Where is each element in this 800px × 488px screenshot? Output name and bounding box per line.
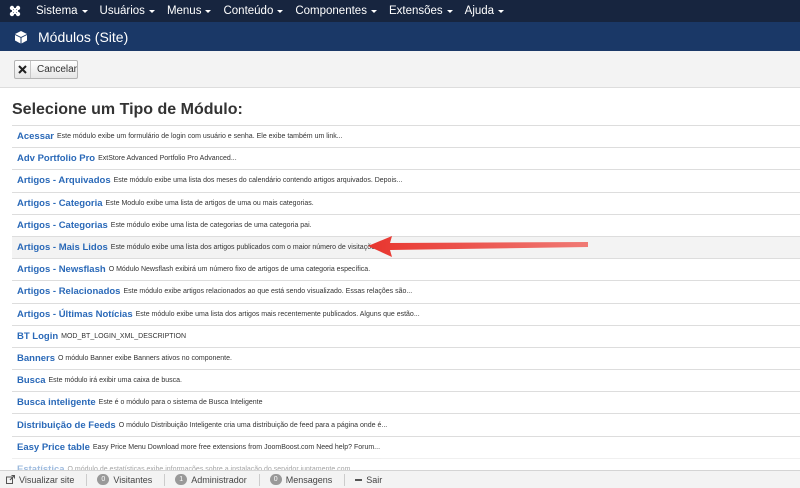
visitors-indicator: 0 Visitantes (97, 474, 152, 485)
caret-down-icon (498, 10, 505, 13)
menu-usuarios[interactable]: Usuários (94, 0, 161, 22)
menu-ajuda[interactable]: Ajuda (459, 0, 510, 22)
caret-down-icon (370, 10, 377, 13)
module-link[interactable]: Distribuição de Feeds (17, 420, 116, 431)
module-type-list: Acessar Este módulo exibe um formulário d… (12, 125, 800, 480)
module-link[interactable]: Acessar (17, 131, 54, 142)
module-link[interactable]: Easy Price table (17, 442, 90, 453)
external-link-icon (6, 475, 15, 484)
module-type-heading: Selecione um Tipo de Módulo: (12, 101, 243, 118)
module-link[interactable]: BT Login (17, 331, 58, 342)
list-item[interactable]: Adv Portfolio Pro ExtStore Advanced Portf… (12, 147, 800, 169)
list-item[interactable]: Artigos - Arquivados Este módulo exibe um… (12, 169, 800, 191)
list-item[interactable]: Busca Este módulo irá exibir uma caixa de… (12, 369, 800, 391)
caret-down-icon (81, 10, 88, 13)
list-item[interactable]: Artigos - Categorias Este módulo exibe um… (12, 213, 800, 236)
status-bar: Visualizar site 0 Visitantes 1 Administr… (0, 470, 800, 488)
divider (258, 473, 260, 486)
module-description: MOD_BT_LOGIN_XML_DESCRIPTION (61, 332, 187, 340)
module-link[interactable]: Busca (17, 375, 46, 386)
caret-down-icon (446, 10, 453, 13)
module-link[interactable]: Artigos - Categorias (17, 220, 108, 231)
module-description: O Módulo Newsflash exibirá um número fix… (108, 266, 371, 274)
logout-link[interactable]: Sair (355, 475, 382, 485)
list-item[interactable]: Busca inteligente Este é o módulo para o … (12, 391, 800, 413)
list-item[interactable]: Acessar Este módulo exibe um formulário d… (12, 125, 800, 147)
module-description: O módulo Banner exibe Banners ativos no … (58, 354, 232, 362)
messages-link[interactable]: 0 Mensagens (269, 474, 332, 485)
admin-badge: 1 (175, 474, 188, 485)
cube-icon (15, 30, 27, 43)
module-description: Este módulo irá exibir uma caixa de busc… (48, 377, 182, 385)
minus-icon (355, 478, 363, 481)
divider (86, 473, 88, 486)
list-item[interactable]: Easy Price table Easy Price Menu Download… (12, 435, 800, 458)
page-header: Módulos (Site) (0, 22, 800, 51)
list-item-highlighted[interactable]: Artigos - Mais Lidos Este módulo exibe um… (12, 235, 800, 259)
module-description: Easy Price Menu Download more free exten… (92, 443, 381, 451)
module-description: Este módulo exibe uma lista de categoria… (110, 221, 312, 229)
module-description: O módulo Distribuição Inteligente cria u… (118, 421, 388, 429)
module-description: ExtStore Advanced Portfolio Pro Advanced… (98, 155, 237, 163)
module-description: Este é o módulo para o sistema de Busca … (98, 399, 263, 407)
module-description: Este módulo exibe artigos relacionados a… (123, 288, 413, 296)
cancel-button[interactable]: Cancelar (14, 60, 78, 79)
module-link[interactable]: Artigos - Relacionados (17, 286, 120, 297)
menu-conteudo[interactable]: Conteúdo (217, 0, 289, 22)
module-link[interactable]: Artigos - Newsflash (17, 264, 106, 275)
module-link[interactable]: Adv Portfolio Pro (17, 153, 95, 164)
toolbar: Cancelar (0, 51, 800, 88)
caret-down-icon (277, 10, 284, 13)
module-link[interactable]: Banners (17, 353, 55, 364)
divider (344, 473, 346, 486)
top-menubar: Sistema Usuários Menus Conteúdo Componen… (0, 0, 800, 22)
page-title: Módulos (Site) (38, 28, 129, 45)
caret-down-icon (148, 10, 155, 13)
divider (164, 473, 166, 486)
list-item[interactable]: Distribuição de Feeds O módulo Distribuiç… (12, 413, 800, 435)
joomla-logo-icon[interactable] (0, 0, 30, 22)
module-description: Este Modulo exibe uma lista de artigos d… (105, 199, 314, 207)
list-item[interactable]: Banners O módulo Banner exibe Banners ati… (12, 346, 800, 369)
list-item[interactable]: Artigos - Últimas Notícias Este módulo ex… (12, 302, 800, 325)
menu-sistema[interactable]: Sistema (30, 0, 94, 22)
caret-down-icon (205, 10, 212, 13)
cancel-button-label: Cancelar (36, 64, 77, 75)
module-link[interactable]: Artigos - Categoria (17, 198, 103, 209)
module-description: Este módulo exibe uma lista dos meses do… (113, 177, 403, 185)
list-item[interactable]: BT Login MOD_BT_LOGIN_XML_DESCRIPTION (12, 324, 800, 347)
menu-menus[interactable]: Menus (161, 0, 218, 22)
list-item[interactable]: Artigos - Relacionados Este módulo exibe … (12, 280, 800, 302)
list-item[interactable]: Artigos - Categoria Este Modulo exibe uma… (12, 191, 800, 214)
menu-extensoes[interactable]: Extensões (383, 0, 459, 22)
view-site-link[interactable]: Visualizar site (6, 475, 74, 485)
close-icon (15, 61, 31, 78)
module-description: Este módulo exibe uma lista dos artigos … (135, 310, 420, 318)
module-description: Este módulo exibe uma lista dos artigos … (110, 244, 379, 252)
list-item[interactable]: Artigos - Newsflash O Módulo Newsflash ex… (12, 258, 800, 280)
module-link[interactable]: Artigos - Últimas Notícias (17, 309, 133, 320)
module-link[interactable]: Artigos - Mais Lidos (17, 242, 108, 253)
menu-componentes[interactable]: Componentes (289, 0, 383, 22)
messages-badge: 0 (269, 474, 282, 485)
module-link[interactable]: Artigos - Arquivados (17, 175, 111, 186)
module-link[interactable]: Busca inteligente (17, 397, 96, 408)
admin-indicator: 1 Administrador (175, 474, 247, 485)
module-description: Este módulo exibe um formulário de login… (56, 133, 343, 141)
visitors-badge: 0 (97, 474, 110, 485)
